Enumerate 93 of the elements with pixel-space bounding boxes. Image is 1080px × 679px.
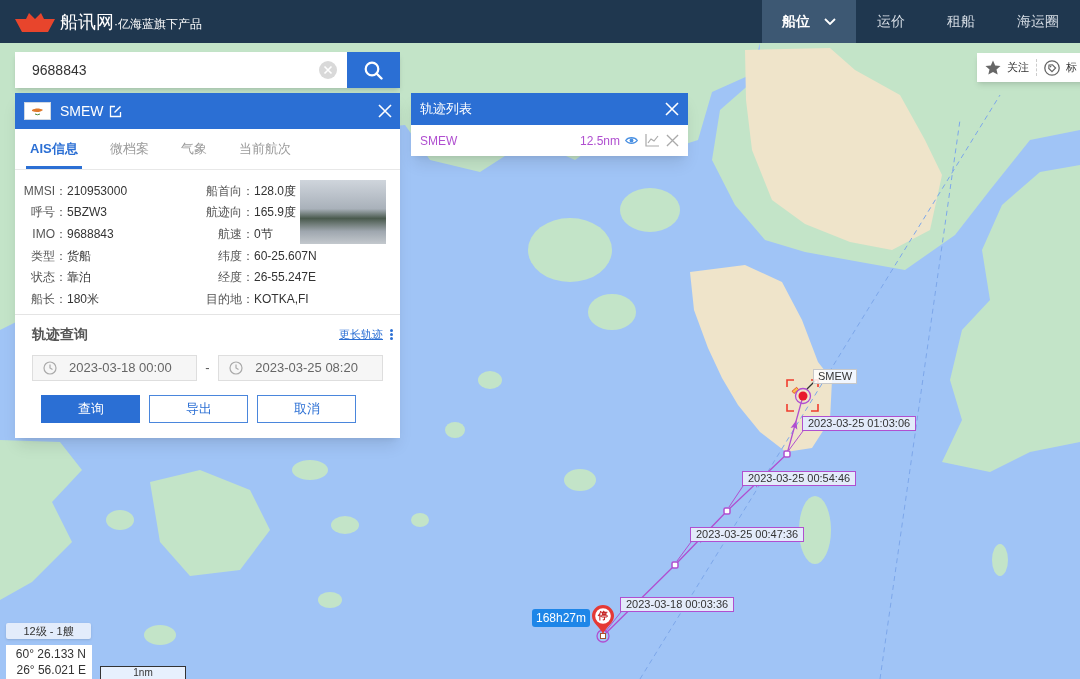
field-value: 165.9度 bbox=[254, 204, 298, 222]
island bbox=[331, 516, 359, 534]
logo-text: 船讯网 bbox=[60, 12, 114, 31]
field-label: 目的地： bbox=[205, 290, 254, 308]
field-label: 类型： bbox=[30, 247, 67, 265]
track-time-label: 2023-03-25 00:47:36 bbox=[690, 527, 805, 542]
island bbox=[620, 188, 680, 232]
field-label: 船长： bbox=[30, 290, 67, 308]
action-button[interactable]: 查询 bbox=[41, 394, 140, 423]
section-title: 轨迹查询 bbox=[32, 325, 88, 345]
field-value: 128.0度 bbox=[254, 182, 298, 200]
info-tab[interactable]: 气象 bbox=[176, 129, 211, 169]
island bbox=[478, 371, 502, 389]
boat-logo-icon bbox=[15, 11, 55, 32]
track-distance: 12.5nm bbox=[579, 132, 620, 150]
coordinate-text: 60° 26.133 N bbox=[15, 646, 86, 662]
zoom-level-label: 12级 - 1艘 bbox=[6, 623, 91, 639]
logo-tagline: ·亿海蓝旗下产品 bbox=[114, 17, 202, 30]
stop-marker: 停 bbox=[592, 605, 614, 634]
date-separator: - bbox=[204, 358, 211, 377]
field-label: 状态： bbox=[30, 269, 67, 287]
field-value: 210953000 bbox=[67, 182, 129, 200]
search-field[interactable]: 9688843 bbox=[15, 52, 347, 88]
toolbar-button[interactable]: 关注 bbox=[985, 59, 1029, 76]
field-label: 航速： bbox=[217, 226, 254, 243]
island bbox=[445, 422, 465, 438]
date-field[interactable]: 2023-03-18 00:00 bbox=[32, 354, 197, 381]
panel-title: 轨迹列表 bbox=[420, 100, 472, 119]
leader-line bbox=[788, 430, 804, 451]
nav-tab[interactable]: 船位 bbox=[762, 0, 856, 43]
action-button[interactable]: 取消 bbox=[257, 394, 356, 423]
field-value: 货船 bbox=[67, 247, 92, 265]
track-time-label: 2023-03-18 00:03:36 bbox=[620, 597, 735, 612]
field-label: 纬度： bbox=[217, 247, 254, 265]
island bbox=[292, 460, 328, 480]
search-button[interactable] bbox=[347, 52, 400, 88]
field-label: 船首向： bbox=[205, 182, 254, 200]
island bbox=[564, 469, 596, 491]
track-start-icon bbox=[596, 629, 610, 643]
leader-line bbox=[728, 485, 744, 508]
info-tab[interactable]: AIS信息 bbox=[26, 129, 82, 169]
clock-icon bbox=[43, 360, 57, 375]
nav-tab[interactable]: 运价 bbox=[856, 0, 926, 43]
track-time-label: 2023-03-25 00:54:46 bbox=[742, 471, 857, 486]
leader-line bbox=[676, 541, 692, 562]
edit-icon[interactable] bbox=[108, 104, 122, 118]
nav-tab[interactable]: 海运圈 bbox=[996, 0, 1080, 43]
island bbox=[588, 294, 636, 330]
island bbox=[411, 513, 429, 527]
field-value: KOTKA,FI bbox=[254, 290, 310, 308]
more-tracks-link[interactable]: 更长轨迹 bbox=[339, 326, 383, 343]
track-point-icon bbox=[723, 507, 731, 515]
search-icon bbox=[364, 60, 383, 80]
coordinate-text: 26° 56.021 E bbox=[16, 662, 86, 678]
field-value: 靠泊 bbox=[67, 269, 92, 287]
field-label: 经度： bbox=[217, 269, 254, 287]
field-value: 180米 bbox=[67, 290, 101, 308]
direction-arrow-icon bbox=[790, 420, 798, 430]
tag-icon bbox=[1044, 59, 1060, 76]
flag-icon bbox=[24, 102, 51, 120]
star-icon bbox=[985, 59, 1001, 76]
action-button[interactable]: 导出 bbox=[149, 394, 248, 423]
duration-label: 168h27m bbox=[532, 609, 591, 627]
island bbox=[144, 625, 176, 645]
eye-icon[interactable] bbox=[625, 136, 638, 145]
island bbox=[318, 592, 342, 608]
clock-icon bbox=[229, 360, 244, 375]
island bbox=[106, 510, 134, 530]
date-field[interactable]: 2023-03-25 08:20 bbox=[218, 354, 383, 381]
field-label: 呼号： bbox=[30, 204, 67, 222]
info-tab[interactable]: 当前航次 bbox=[234, 129, 295, 169]
field-value: 9688843 bbox=[67, 226, 115, 243]
field-value: 26-55.247E bbox=[254, 269, 318, 287]
island bbox=[799, 496, 831, 564]
ship-name: SMEW bbox=[60, 101, 104, 121]
ship-marker-icon bbox=[786, 379, 819, 412]
field-value: 60-25.607N bbox=[254, 247, 318, 265]
island bbox=[992, 544, 1008, 576]
toolbar-button[interactable]: 标 bbox=[1044, 59, 1077, 76]
info-tab[interactable]: 微档案 bbox=[105, 129, 153, 169]
track-time-label: 2023-03-25 01:03:06 bbox=[802, 416, 917, 431]
field-label: IMO： bbox=[31, 226, 67, 243]
field-value: 5BZW3 bbox=[67, 204, 108, 222]
more-icon[interactable] bbox=[390, 329, 393, 341]
field-label: 航迹向： bbox=[205, 204, 254, 222]
scale-bar: 1nm bbox=[100, 666, 186, 679]
track-name[interactable]: SMEW bbox=[420, 131, 458, 150]
field-label: MMSI： bbox=[22, 182, 67, 200]
ship-map-label: SMEW bbox=[813, 369, 858, 384]
field-value: 0节 bbox=[254, 226, 274, 243]
nav-tab[interactable]: 租船 bbox=[926, 0, 996, 43]
track-point-icon bbox=[671, 561, 679, 569]
track-point-icon bbox=[783, 450, 791, 458]
